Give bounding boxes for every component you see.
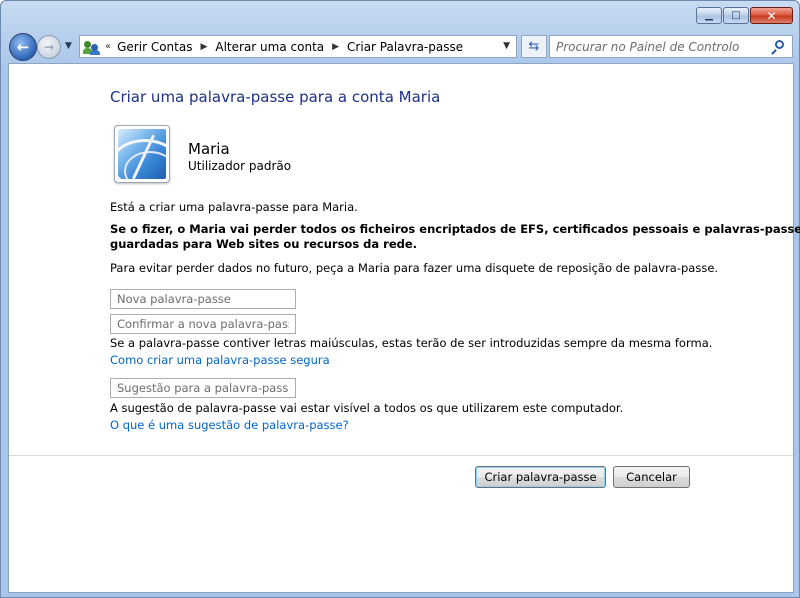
user-accounts-icon <box>83 39 101 55</box>
breadcrumb-overflow-icon[interactable]: « <box>105 41 111 52</box>
breadcrumb-criar-palavra-passe[interactable]: Criar Palavra-passe <box>347 40 463 54</box>
breadcrumb-alterar-conta[interactable]: Alterar uma conta <box>215 40 324 54</box>
breadcrumb-gerir-contas[interactable]: Gerir Contas <box>117 40 192 54</box>
search-icon[interactable] <box>770 38 788 56</box>
warning-text-line1: Se o fizer, o Maria vai perder todos os … <box>110 222 800 236</box>
user-avatar <box>114 125 170 183</box>
search-box[interactable]: Procurar no Painel de Controlo <box>549 35 793 58</box>
user-picture <box>118 129 166 179</box>
minimize-button[interactable]: ▁ <box>696 7 722 24</box>
breadcrumb-separator-icon[interactable]: ▶ <box>332 42 339 52</box>
caption-buttons: ▁ □ ✕ <box>696 7 793 24</box>
refresh-icon: ⇆ <box>528 39 540 54</box>
account-type: Utilizador padrão <box>188 159 292 173</box>
divider <box>9 455 793 456</box>
navigation-bar: ← → ▼ « Gerir Contas ▶ Alterar uma conta… <box>9 33 793 61</box>
page-title: Criar uma palavra-passe para a conta Mar… <box>110 88 441 106</box>
address-bar[interactable]: « Gerir Contas ▶ Alterar uma conta ▶ Cri… <box>79 35 517 58</box>
maximize-button[interactable]: □ <box>723 7 749 24</box>
history-dropdown-icon[interactable]: ▼ <box>65 41 72 51</box>
confirm-password-field[interactable] <box>110 314 296 334</box>
search-input[interactable]: Procurar no Painel de Controlo <box>556 40 770 54</box>
hint-visibility-note: A sugestão de palavra-passe vai estar vi… <box>110 401 624 415</box>
refresh-button[interactable]: ⇆ <box>521 35 547 58</box>
new-password-field[interactable] <box>110 289 296 309</box>
create-password-button[interactable]: Criar palavra-passe <box>475 466 606 488</box>
advice-text: Para evitar perder dados no futuro, peça… <box>110 261 719 275</box>
user-name: Maria <box>188 140 230 158</box>
address-dropdown-icon[interactable]: ▼ <box>503 41 510 51</box>
back-button[interactable]: ← <box>9 33 37 61</box>
close-button[interactable]: ✕ <box>750 7 793 24</box>
content-pane: Criar uma palavra-passe para a conta Mar… <box>8 63 800 593</box>
warning-text-line2: guardadas para Web sites ou recursos da … <box>110 237 418 251</box>
cancel-button[interactable]: Cancelar <box>613 466 690 488</box>
strong-password-link[interactable]: Como criar uma palavra-passe segura <box>110 353 330 367</box>
breadcrumb-separator-icon[interactable]: ▶ <box>200 42 207 52</box>
password-hint-help-link[interactable]: O que é uma sugestão de palavra-passe? <box>110 418 349 432</box>
intro-text: Está a criar uma palavra-passe para Mari… <box>110 200 358 214</box>
case-sensitivity-note: Se a palavra-passe contiver letras maiús… <box>110 336 713 350</box>
forward-button[interactable]: → <box>37 35 61 59</box>
password-hint-field[interactable] <box>110 378 296 398</box>
control-panel-window: ▁ □ ✕ ← → ▼ « Gerir Contas ▶ Alterar uma… <box>0 0 800 598</box>
